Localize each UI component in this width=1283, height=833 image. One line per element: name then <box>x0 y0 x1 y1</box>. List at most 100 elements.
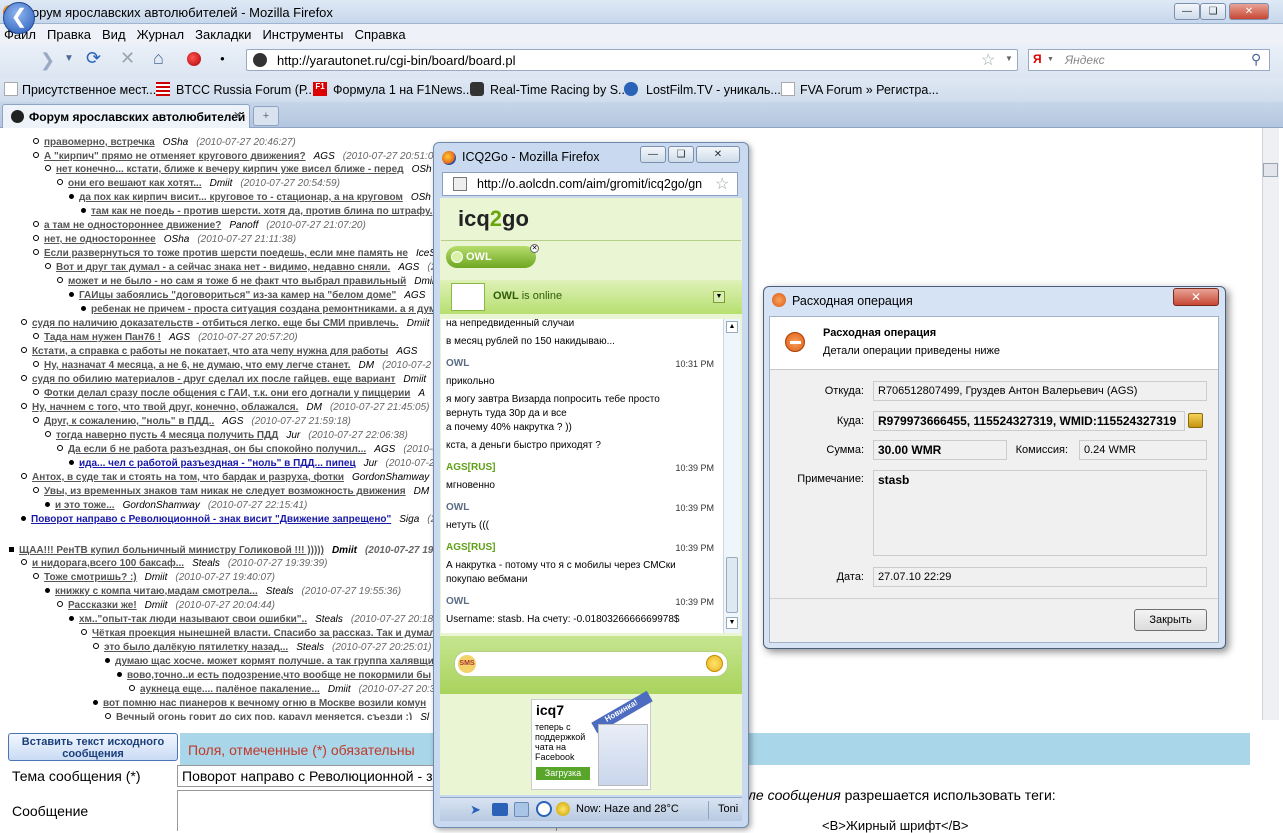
menu-bookmarks[interactable]: Закладки <box>191 24 255 42</box>
thread-link[interactable]: и это тоже... <box>55 500 115 511</box>
search-engine-dropdown-icon[interactable]: ▼ <box>1047 56 1054 63</box>
bookmark-3[interactable]: Формула 1 на F1News... <box>333 83 473 97</box>
icq-address-bar[interactable]: http://o.aolcdn.com/aim/gromit/icq2go/gn… <box>442 172 738 196</box>
thread-link[interactable]: Тоже смотришь? :) <box>44 572 137 583</box>
menu-history[interactable]: Журнал <box>133 24 188 42</box>
thread-link[interactable]: аукнеца еще.... палёное пакаление... <box>140 684 320 695</box>
back-button[interactable]: ❮ <box>3 2 35 34</box>
chat-icon[interactable] <box>514 802 529 817</box>
thread-link[interactable]: они его вешают как хотят... <box>68 178 202 189</box>
page-scrollbar[interactable] <box>1262 128 1279 720</box>
thread-link[interactable]: Да если б не работа разъездная, он бы сп… <box>68 444 366 455</box>
thread-link[interactable]: Поворот направо с Революционной - знак в… <box>31 514 391 525</box>
close-window-button[interactable]: ✕ <box>1229 3 1269 20</box>
address-bar[interactable]: http://yarautonet.ru/cgi-bin/board/board… <box>246 49 1018 71</box>
thread-link[interactable]: нет, не одностороннее <box>44 234 156 245</box>
bookmark-1[interactable]: Присутственное мест... <box>22 83 156 97</box>
bookmark-star-icon[interactable]: ☆ <box>981 50 995 70</box>
thread-link[interactable]: а там не одностороннее движение? <box>44 220 221 231</box>
insert-quote-button[interactable]: Вставить текст исходного сообщения <box>8 733 178 761</box>
subject-input[interactable]: Поворот направо с Революционной - з <box>177 765 437 787</box>
thread-link[interactable]: Фотки делал сразу после общения с ГАИ, т… <box>44 388 410 399</box>
thread-link[interactable]: судя по наличию доказательств - отбиться… <box>32 318 399 329</box>
home-icon[interactable]: ⌂ <box>153 48 164 69</box>
thread-link[interactable]: А "кирпич" прямо не отменяет кругового д… <box>44 151 306 162</box>
contact-tab-owl[interactable]: OWL <box>446 246 536 268</box>
thread-link[interactable]: Чёткая проекция нынешней власти. Спасибо… <box>92 628 438 639</box>
thread-link[interactable]: там как не поедь - против шерсти. хотя д… <box>91 206 432 217</box>
smiley-icon[interactable] <box>706 655 723 672</box>
minimize-button[interactable]: — <box>1174 3 1200 20</box>
close-tab-icon[interactable]: ✕ <box>530 244 539 253</box>
bookmark-5[interactable]: LostFilm.TV - уникаль... <box>646 83 781 97</box>
search-icon[interactable]: ⚲ <box>1251 51 1261 68</box>
scroll-down-icon[interactable]: ▼ <box>726 617 738 629</box>
thread-link[interactable]: и нидорага,всего 100 баксаф... <box>32 558 184 569</box>
new-tab-button[interactable]: + <box>253 106 279 126</box>
tab-forum[interactable]: Форум ярославских автолюбителей ✕ <box>2 104 250 128</box>
history-dropdown-icon[interactable]: ▼ <box>64 53 74 64</box>
bookmark-2[interactable]: BTCC Russia Forum (Р... <box>176 83 315 97</box>
thread-link[interactable]: вово,точно..и есть подозрение,что вообще… <box>127 670 431 681</box>
thread-link[interactable]: ида... чел с работой разъездная - "ноль"… <box>79 458 356 469</box>
icq7-ad-banner[interactable]: icq7 теперь с поддержкой чата на Faceboo… <box>531 690 653 790</box>
thread-link[interactable]: Увы, из временных знаков там никак не сл… <box>44 486 406 497</box>
thread-link[interactable]: думаю щас хосче. может кормят получше. а… <box>115 656 434 667</box>
thread-link[interactable]: Друг, к сожалению, "ноль" в ПДД.. <box>44 416 214 427</box>
chat-scrollbar[interactable]: ▲ ▼ <box>723 319 740 633</box>
yandex-icon[interactable]: Я <box>1033 52 1042 66</box>
thread-link[interactable]: ЩАА!!! РенТВ купил больничный министру Г… <box>19 545 324 556</box>
thread-link[interactable]: Ну, назначат 4 месяца, а не 6, не думаю,… <box>44 360 351 371</box>
thread-link[interactable]: это было далёкую пятилетку назад... <box>104 642 288 653</box>
thread-link[interactable]: Если развернуться то тоже против шерсти … <box>44 248 408 259</box>
thread-link[interactable]: Вот и друг так думал - а сейчас знака не… <box>56 262 390 273</box>
copy-wallet-icon[interactable] <box>1188 413 1203 428</box>
thread-link[interactable]: книжку с компа читаю,мадам смотрела... <box>55 586 258 597</box>
icq-close-button[interactable]: ✕ <box>696 146 740 163</box>
thread-link[interactable]: нет конечно... кстати, ближе к вечеру ки… <box>56 164 404 175</box>
chat-scroll-thumb[interactable] <box>726 557 738 613</box>
message-input[interactable] <box>454 651 728 677</box>
thread-link[interactable]: Ну, начнем с того, что твой друг, конечн… <box>32 402 298 413</box>
thread-link[interactable]: Рассказки же! <box>68 600 137 611</box>
thread-link[interactable]: ребенак не причем - проста ситуация созд… <box>91 304 436 315</box>
thread-link[interactable]: Вечный огонь горит до сих пор, караул ме… <box>116 712 412 720</box>
search-box[interactable]: Я ▼ Яндекс ⚲ <box>1028 49 1270 71</box>
thread-link[interactable]: хм.."опыт-так люди называют свои ошибки"… <box>79 614 307 625</box>
scroll-up-icon[interactable]: ▲ <box>726 321 738 333</box>
thread-link[interactable]: да пох как кирпич висит... круговое то -… <box>79 192 403 203</box>
page-scrollbar-thumb[interactable] <box>1263 163 1278 177</box>
url-dropdown-icon[interactable]: ▼ <box>1005 54 1013 63</box>
maximize-button[interactable]: ❏ <box>1200 3 1226 20</box>
menu-view[interactable]: Вид <box>98 24 130 42</box>
menu-help[interactable]: Справка <box>351 24 410 42</box>
bookmark-4[interactable]: Real-Time Racing by S... <box>490 83 628 97</box>
stop-icon[interactable]: ✕ <box>120 48 135 69</box>
close-tab-icon[interactable]: ✕ <box>233 109 242 122</box>
thread-link[interactable]: Кстати, а справка с работы не покатает, … <box>32 346 388 357</box>
ad-download-button[interactable]: Загрузка <box>536 767 590 780</box>
reload-icon[interactable]: ⟳ <box>86 48 101 69</box>
dialog-close-icon[interactable]: ✕ <box>1173 288 1219 306</box>
thread-link[interactable]: может и не было - но сам я тоже б не фак… <box>68 276 406 287</box>
icq-minimize-button[interactable]: — <box>640 146 666 163</box>
thread-link[interactable]: судя по обилию материалов - друг сделал … <box>32 374 395 385</box>
thread-link[interactable]: Антох, в суде так и стоять на том, что б… <box>32 472 344 483</box>
thread-link[interactable]: Тада нам нужен Пан76 ! <box>44 332 161 343</box>
bookmark-6[interactable]: FVA Forum » Регистра... <box>800 83 939 97</box>
addon-icon[interactable] <box>187 52 201 66</box>
sms-icon[interactable]: SMS <box>458 655 476 673</box>
forward-button[interactable]: ❯ <box>40 50 55 71</box>
thread-link[interactable]: правомерно, встречка <box>44 137 155 148</box>
toolbar-dropdown-icon[interactable]: ● <box>220 54 225 63</box>
thread-link[interactable]: тогда наверно пусть 4 месяца получить ПД… <box>56 430 278 441</box>
clock-icon[interactable] <box>536 801 552 817</box>
thread-link[interactable]: ГАИцы забоялись "договориться" из-за кам… <box>79 290 396 301</box>
chevron-down-icon[interactable]: ▼ <box>713 291 725 303</box>
camera-icon[interactable] <box>492 803 508 816</box>
thread-link[interactable]: вот помню нас пианеров к вечному огню в … <box>103 698 426 709</box>
menu-tools[interactable]: Инструменты <box>258 24 347 42</box>
bookmark-star-icon[interactable]: ☆ <box>715 174 729 194</box>
close-dialog-button[interactable]: Закрыть <box>1134 609 1207 631</box>
menu-edit[interactable]: Правка <box>43 24 95 42</box>
